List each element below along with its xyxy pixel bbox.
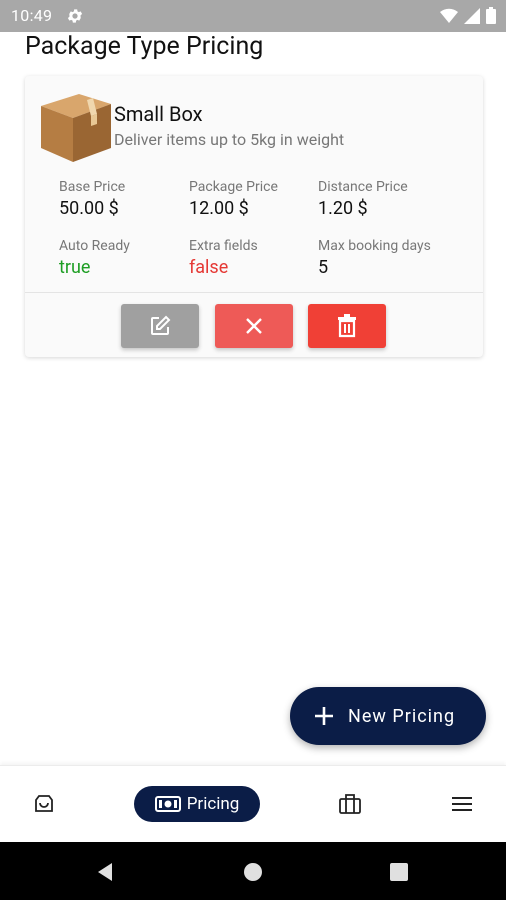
bottom-navigation: Pricing: [0, 765, 506, 842]
field-value: 1.20 $: [318, 198, 368, 219]
max-booking-days-field: Max booking days 5: [318, 238, 431, 278]
edit-icon: [151, 315, 171, 335]
package-price-field: Package Price 12.00 $: [189, 179, 278, 219]
new-pricing-button[interactable]: New Pricing: [290, 687, 486, 745]
field-value: 12.00 $: [189, 198, 249, 219]
package-description: Deliver items up to 5kg in weight: [114, 130, 345, 149]
card-actions: [25, 304, 483, 348]
close-icon: [246, 318, 262, 334]
field-label: Extra fields: [189, 238, 258, 254]
field-label: Auto Ready: [59, 238, 130, 254]
back-icon[interactable]: [96, 862, 114, 882]
nav-briefcase[interactable]: [330, 786, 370, 822]
orders-icon: [35, 795, 53, 812]
extra-fields-field: Extra fields false: [189, 238, 258, 278]
nav-orders[interactable]: [24, 786, 64, 822]
plus-icon: [315, 707, 333, 725]
nav-pricing-label: Pricing: [186, 794, 240, 814]
recents-icon[interactable]: [390, 863, 408, 881]
field-label: Distance Price: [318, 179, 408, 195]
package-box-image: [41, 94, 111, 162]
trash-icon: [338, 314, 356, 338]
distance-price-field: Distance Price 1.20 $: [318, 179, 408, 219]
pricing-icon: [154, 796, 181, 812]
field-value: true: [59, 257, 91, 278]
status-time: 10:49: [11, 6, 53, 25]
home-icon[interactable]: [243, 862, 263, 882]
card-divider: [25, 292, 483, 293]
menu-icon: [452, 797, 472, 811]
field-label: Base Price: [59, 179, 126, 195]
package-name: Small Box: [114, 102, 203, 126]
base-price-field: Base Price 50.00 $: [59, 179, 125, 219]
nav-menu[interactable]: [442, 786, 482, 822]
auto-ready-field: Auto Ready true: [59, 238, 130, 278]
nav-pricing[interactable]: Pricing: [134, 786, 260, 822]
wifi-icon: [440, 8, 458, 23]
pricing-card: Small Box Deliver items up to 5kg in wei…: [25, 76, 483, 357]
field-value: false: [189, 257, 229, 278]
system-navigation-bar: [0, 842, 506, 900]
system-icons: [440, 7, 496, 24]
field-label: Package Price: [189, 179, 278, 195]
cancel-button[interactable]: [215, 304, 293, 348]
delete-button[interactable]: [308, 304, 386, 348]
signal-icon: [464, 7, 480, 24]
field-label: Max booking days: [318, 238, 431, 254]
field-value: 5: [318, 257, 329, 278]
new-pricing-label: New Pricing: [348, 705, 456, 727]
briefcase-icon: [339, 794, 361, 814]
settings-gear-icon: [67, 9, 83, 23]
edit-button[interactable]: [121, 304, 199, 348]
field-value: 50.00 $: [59, 198, 119, 219]
page-title: Package Type Pricing: [25, 32, 264, 61]
battery-icon: [486, 7, 496, 24]
status-bar: 10:49: [0, 0, 506, 32]
